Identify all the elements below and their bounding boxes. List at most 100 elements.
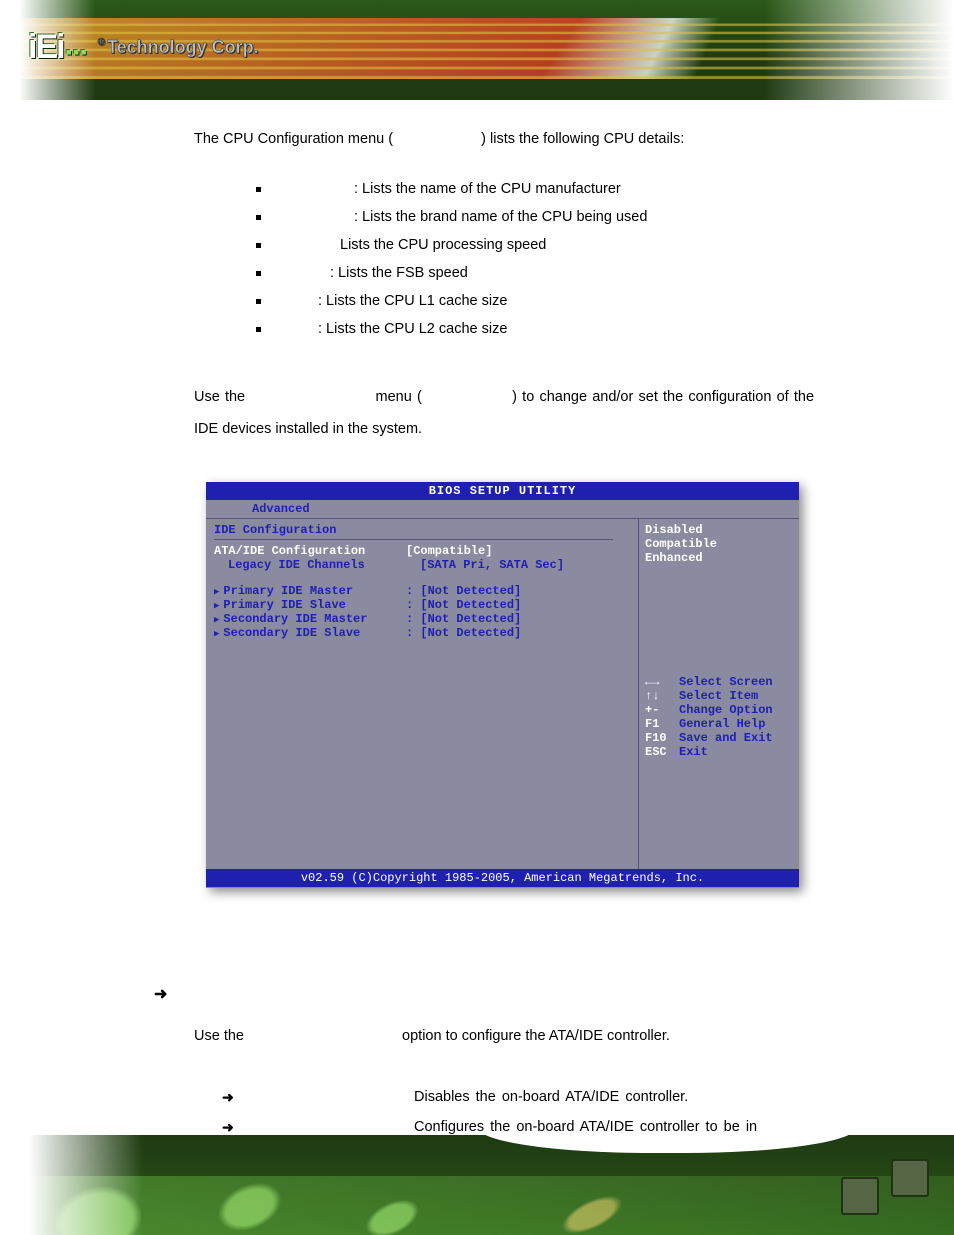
bios-left-panel: IDE Configuration ATA/IDE Configuration …	[206, 519, 639, 869]
bios-row-value: : [Not Detected]	[406, 598, 630, 612]
bios-key-row: F10Save and Exit	[645, 731, 793, 745]
bios-row: Secondary IDE Master : [Not Detected]	[214, 612, 630, 626]
bios-tab-row: Advanced	[206, 500, 799, 519]
post-bios-block: Use the option to configure the ATA/IDE …	[194, 1022, 814, 1142]
document-body: The CPU Configuration menu ( ) lists the…	[194, 125, 814, 467]
triangle-right-icon	[214, 612, 223, 626]
bios-row-label: ATA/IDE Configuration	[214, 544, 406, 558]
brand-logo: iEi▪▪▪ ®Technology Corp.	[28, 28, 288, 78]
ide-p-c: ) to change and/or set the configuration…	[194, 389, 814, 437]
bios-footer: v02.59 (C)Copyright 1985-2005, American …	[206, 869, 799, 887]
bios-row-label: Legacy IDE Channels	[214, 558, 420, 572]
chip-icon	[891, 1159, 929, 1197]
list-text: : Lists the CPU L2 cache size	[318, 321, 507, 337]
list-item: : Lists the CPU L1 cache size	[256, 287, 814, 315]
bios-key-row: F1General Help	[645, 717, 793, 731]
bios-row: Primary IDE Slave : [Not Detected]	[214, 598, 630, 612]
bios-row-value: [Compatible]	[406, 544, 630, 558]
bios-key: F1	[645, 717, 679, 731]
arrow-right-icon: ➜	[194, 1082, 246, 1112]
brand-tagline: ®Technology Corp.	[98, 37, 259, 58]
bios-setup-screenshot: BIOS SETUP UTILITY Advanced IDE Configur…	[206, 482, 799, 888]
bios-row-label: Primary IDE Master	[214, 584, 406, 598]
bios-key-row: ↑↓Select Item	[645, 689, 793, 703]
cpu-intro-a: The CPU Configuration menu (	[194, 131, 393, 147]
list-item: : Lists the brand name of the CPU being …	[256, 203, 814, 231]
bios-key-legend: ←→Select Screen ↑↓Select Item +-Change O…	[645, 675, 793, 759]
bios-key: ESC	[645, 745, 679, 759]
page-footer-band	[0, 1135, 954, 1235]
post-a: Use the	[194, 1028, 248, 1044]
bios-key-desc: General Help	[679, 717, 793, 731]
post-b: option to configure the ATA/IDE controll…	[402, 1028, 670, 1044]
bios-row-value: : [Not Detected]	[406, 626, 630, 640]
bios-help-opt: Enhanced	[645, 551, 793, 565]
registered-icon: ®	[98, 37, 105, 48]
cpu-intro-b: ) lists the following CPU details:	[481, 131, 684, 147]
bios-key-desc: Select Item	[679, 689, 793, 703]
bios-row-selected: ATA/IDE Configuration [Compatible]	[214, 544, 630, 558]
bios-row-label: Secondary IDE Master	[214, 612, 406, 626]
bios-key-desc: Select Screen	[679, 675, 793, 689]
bios-help-opt: Compatible	[645, 537, 793, 551]
bios-row: Legacy IDE Channels [SATA Pri, SATA Sec]	[214, 558, 630, 572]
bios-section-heading: IDE Configuration	[214, 523, 630, 537]
bios-help-opt: Disabled	[645, 523, 793, 537]
bios-key-desc: Exit	[679, 745, 793, 759]
bios-key-desc: Change Option	[679, 703, 793, 717]
bios-key: ↑↓	[645, 689, 679, 703]
option-arrow-list: ➜ Disables the on-board ATA/IDE controll…	[194, 1082, 814, 1142]
bios-key: ←→	[645, 675, 679, 689]
ide-config-section: Use the menu ( ) to change and/or set th…	[194, 381, 814, 445]
bios-device-label: Secondary IDE Slave	[223, 626, 360, 640]
bios-spacer	[214, 572, 630, 584]
list-item: : Lists the name of the CPU manufacturer	[256, 175, 814, 203]
brand-tagline-text: Technology Corp.	[107, 37, 259, 57]
bios-key-desc: Save and Exit	[679, 731, 793, 745]
cpu-details-list: : Lists the name of the CPU manufacturer…	[256, 175, 814, 343]
option-row: ➜ Disables the on-board ATA/IDE controll…	[194, 1082, 814, 1112]
bios-tab-advanced: Advanced	[252, 500, 310, 518]
brand-text: iEi	[28, 28, 64, 66]
bios-key: F10	[645, 731, 679, 745]
bios-row: Secondary IDE Slave : [Not Detected]	[214, 626, 630, 640]
triangle-right-icon	[214, 626, 223, 640]
post-bios-intro: Use the option to configure the ATA/IDE …	[194, 1022, 814, 1050]
bios-row-value: : [Not Detected]	[406, 612, 630, 626]
list-text: Lists the CPU processing speed	[340, 237, 546, 253]
list-text: : Lists the FSB speed	[330, 265, 468, 281]
list-text: : Lists the CPU L1 cache size	[318, 293, 507, 309]
bios-main-area: IDE Configuration ATA/IDE Configuration …	[206, 519, 799, 869]
ide-p-a: Use the	[194, 389, 250, 405]
triangle-right-icon	[214, 598, 223, 612]
chip-icon	[841, 1177, 879, 1215]
bios-row-value: [SATA Pri, SATA Sec]	[420, 558, 630, 572]
bios-device-label: Secondary IDE Master	[223, 612, 367, 626]
ide-p-b: menu (	[376, 389, 422, 405]
bios-row-label: Primary IDE Slave	[214, 598, 406, 612]
cpu-intro-paragraph: The CPU Configuration menu ( ) lists the…	[194, 125, 814, 153]
bios-row: Primary IDE Master : [Not Detected]	[214, 584, 630, 598]
list-item: : Lists the FSB speed	[256, 259, 814, 287]
brand-mark: iEi▪▪▪	[28, 28, 88, 67]
option-text: Disables the on-board ATA/IDE controller…	[414, 1082, 814, 1112]
bios-row-label: Secondary IDE Slave	[214, 626, 406, 640]
footer-chip-art	[739, 1155, 939, 1225]
bios-key-row: ←→Select Screen	[645, 675, 793, 689]
bios-row-value: : [Not Detected]	[406, 584, 630, 598]
list-text: : Lists the name of the CPU manufacturer	[354, 181, 621, 197]
arrow-right-icon: ➜	[154, 986, 167, 1003]
bios-key-row: +-Change Option	[645, 703, 793, 717]
list-text: : Lists the brand name of the CPU being …	[354, 209, 647, 225]
bios-key-row: ESCExit	[645, 745, 793, 759]
bios-divider	[214, 539, 613, 540]
list-item: : Lists the CPU L2 cache size	[256, 315, 814, 343]
bios-device-label: Primary IDE Master	[223, 584, 353, 598]
ide-config-paragraph: Use the menu ( ) to change and/or set th…	[194, 381, 814, 445]
bios-device-label: Primary IDE Slave	[223, 598, 345, 612]
triangle-right-icon	[214, 584, 223, 598]
bios-option-help: Disabled Compatible Enhanced	[645, 523, 793, 565]
bios-title-bar: BIOS SETUP UTILITY	[206, 482, 799, 500]
bios-right-panel: Disabled Compatible Enhanced ←→Select Sc…	[639, 519, 799, 869]
list-item: Lists the CPU processing speed	[256, 231, 814, 259]
